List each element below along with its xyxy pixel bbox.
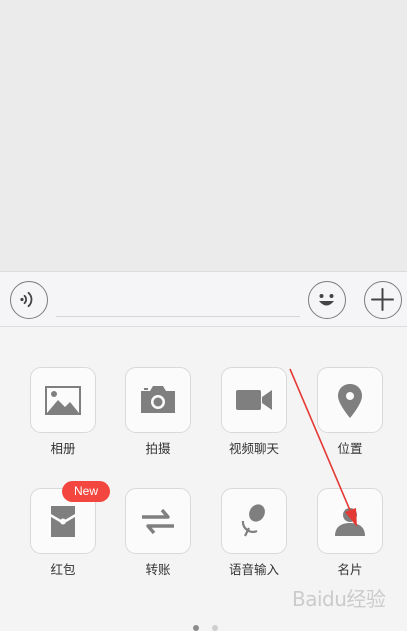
contact-card-button[interactable] <box>317 488 383 554</box>
camera-icon <box>141 386 175 413</box>
contact-card-icon <box>335 508 365 536</box>
camera-button[interactable] <box>125 367 191 433</box>
chat-input-bar <box>0 271 407 327</box>
page-indicator-dot <box>212 625 218 631</box>
baidu-watermark: Baidu经验 <box>292 587 386 611</box>
contact-card-label: 名片 <box>337 562 363 577</box>
location-label: 位置 <box>337 441 363 456</box>
album-button[interactable] <box>30 367 96 433</box>
microphone-icon <box>241 504 265 537</box>
camera-label: 拍摄 <box>145 441 171 456</box>
message-input-field[interactable] <box>56 316 300 317</box>
video-camera-icon <box>236 390 272 410</box>
voice-input-button[interactable] <box>221 488 287 554</box>
new-badge: New <box>62 481 110 502</box>
red-envelope-label: 红包 <box>50 562 76 577</box>
video-chat-button[interactable] <box>221 367 287 433</box>
location-pin-icon <box>338 384 362 418</box>
voice-icon <box>20 291 33 308</box>
emoji-button[interactable] <box>308 281 346 319</box>
chat-message-area <box>0 0 407 271</box>
plus-icon <box>371 288 394 311</box>
smiley-icon <box>319 294 334 306</box>
album-label: 相册 <box>50 441 76 456</box>
album-icon <box>45 386 81 415</box>
location-button[interactable] <box>317 367 383 433</box>
page-indicator-dot-active <box>193 625 199 631</box>
voice-input-label: 语音输入 <box>228 562 279 577</box>
transfer-label: 转账 <box>145 562 171 577</box>
more-options-button[interactable] <box>364 281 402 319</box>
transfer-arrows-icon <box>142 508 174 535</box>
video-chat-label: 视频聊天 <box>228 441 279 456</box>
transfer-button[interactable] <box>125 488 191 554</box>
voice-toggle-button[interactable] <box>10 281 48 319</box>
